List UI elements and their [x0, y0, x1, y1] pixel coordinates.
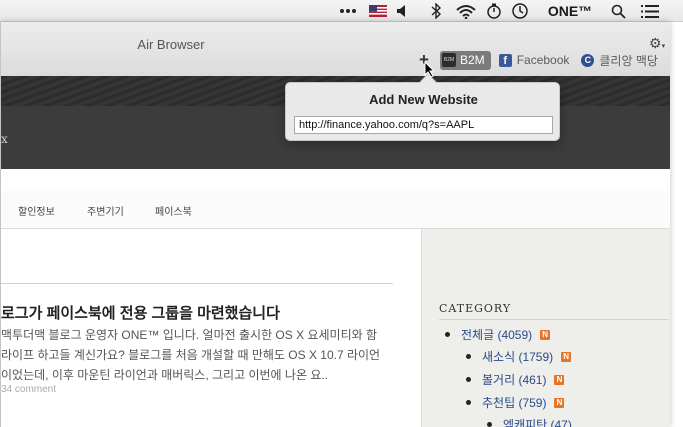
bookmark-facebook[interactable]: f Facebook — [498, 53, 570, 67]
b2m-logo-icon: B2M — [442, 53, 456, 67]
category-label: 볼거리 (461) — [482, 373, 547, 387]
header-fragment: x — [1, 132, 8, 146]
us-flag-icon[interactable] — [369, 3, 387, 19]
bookmark-clien[interactable]: C 클리앙 맥당 — [581, 52, 658, 69]
rss-icon[interactable]: N — [554, 374, 565, 385]
website-url-input[interactable] — [294, 116, 553, 134]
category-item-tips[interactable]: 추천팁 (759) N — [466, 394, 565, 411]
bullet-icon — [466, 354, 471, 359]
menu-bar: ONE™ — [0, 0, 683, 22]
volume-icon[interactable] — [396, 3, 410, 19]
clock-icon[interactable] — [512, 3, 528, 19]
add-website-popover: Add New Website — [285, 73, 560, 141]
category-item-elcapitan[interactable]: 엠캐피탄 (47) — [487, 416, 572, 427]
mouse-cursor-icon — [424, 60, 436, 83]
post-excerpt-line: 라이프 하고들 계신가요? 블로그를 처음 개설할 때 만해도 OS X 10.… — [1, 348, 381, 362]
window-title: Air Browser — [137, 37, 205, 52]
bullet-icon — [487, 422, 492, 427]
bluetooth-icon[interactable] — [430, 3, 442, 19]
category-item-news[interactable]: 새소식 (1759) N — [466, 348, 572, 365]
divider — [439, 319, 669, 320]
bookmark-label: Facebook — [516, 53, 570, 67]
post-excerpt-line: 이었는데, 이후 마운틴 라이언과 매버릭스, 그리고 이번에 나온 요.. — [1, 368, 329, 382]
post-title[interactable]: 로그가 페이스북에 전용 그룹을 마련했습니다 — [1, 302, 280, 323]
category-item-all[interactable]: 전체글 (4059) N — [445, 326, 551, 343]
menu-app-label[interactable]: ONE™ — [546, 3, 594, 19]
post-comment-count[interactable]: 34 comment — [1, 384, 56, 395]
bookmark-label: B2M — [460, 53, 485, 67]
clien-icon: C — [581, 53, 595, 67]
rss-icon[interactable]: N — [554, 397, 565, 408]
category-heading: CATEGORY — [439, 302, 512, 315]
nav-item-facebook[interactable]: 페이스북 — [155, 203, 192, 218]
bullet-icon — [445, 332, 450, 337]
rss-icon[interactable]: N — [540, 329, 551, 340]
category-label: 새소식 (1759) — [482, 350, 554, 364]
facebook-icon: f — [498, 53, 512, 67]
nav-item-deals[interactable]: 할인정보 — [18, 203, 55, 218]
sidebar: CATEGORY 전체글 (4059) N 새소식 (1759) N 볼거리 (… — [421, 229, 670, 427]
bullet-icon — [466, 377, 471, 382]
nav-item-accessories[interactable]: 주변기기 — [87, 203, 124, 218]
rss-icon[interactable]: N — [561, 351, 572, 362]
category-item-media[interactable]: 볼거리 (461) N — [466, 371, 565, 388]
site-nav: 할인정보 주변기기 페이스북 — [1, 191, 670, 229]
category-label: 엠캐피탄 (47) — [503, 418, 572, 427]
wifi-icon[interactable] — [456, 3, 476, 19]
popover-title: Add New Website — [369, 92, 478, 107]
bullet-icon — [466, 400, 471, 405]
ellipsis-icon[interactable] — [340, 3, 356, 19]
bookmark-bar: + B2M B2M f Facebook C 클리앙 맥당 — [416, 50, 670, 70]
spotlight-icon[interactable] — [611, 3, 626, 19]
post-area: 로그가 페이스북에 전용 그룹을 마련했습니다 맥투더맥 블로그 운영자 ONE… — [1, 229, 421, 427]
post-excerpt-line: 맥투더맥 블로그 운영자 ONE™ 입니다. 얼마전 출시한 OS X 요세미티… — [1, 328, 378, 342]
list-icon[interactable] — [641, 3, 659, 19]
bookmark-b2m[interactable]: B2M B2M — [440, 50, 491, 70]
timer-icon[interactable] — [486, 3, 502, 19]
divider — [1, 283, 393, 284]
category-label: 전체글 (4059) — [461, 328, 533, 342]
bookmark-label: 클리앙 맥당 — [599, 53, 658, 68]
category-label: 추천팁 (759) — [482, 396, 547, 410]
